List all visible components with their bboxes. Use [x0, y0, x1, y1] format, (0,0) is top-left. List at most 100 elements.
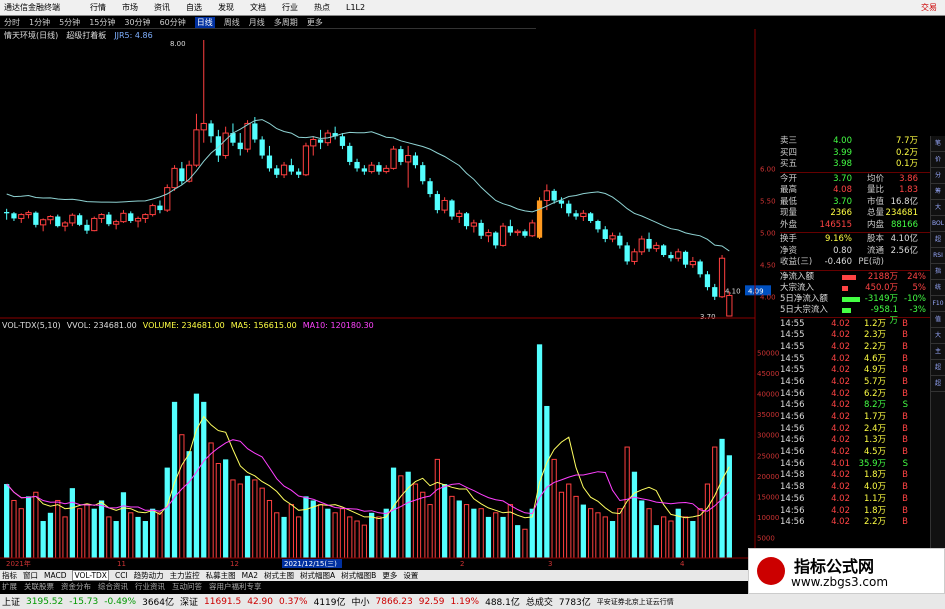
volume-bar [580, 504, 586, 558]
flow-value: 450.0万 [865, 282, 898, 293]
sidebar-button[interactable]: RSI [931, 248, 945, 264]
info-tab[interactable]: 扩展 [2, 581, 17, 592]
indicator-tab[interactable]: 指标 [2, 570, 17, 581]
tick-list[interactable]: 14:55 4.02 1.2万 B 14:55 4.02 2.3万 B 14:55 4.02 2.2… [780, 319, 930, 529]
info-tab[interactable]: 行业资讯 [135, 581, 165, 592]
menu-item-trade[interactable]: 交易 [921, 2, 937, 13]
menu-item-market[interactable]: 市场 [122, 2, 138, 13]
indicator-tab[interactable]: 窗口 [23, 570, 38, 581]
period-15min[interactable]: 15分钟 [89, 17, 115, 28]
sidebar-button[interactable]: 价 [931, 152, 945, 168]
indicator-tab[interactable]: 设置 [403, 570, 418, 581]
volume-bar [354, 520, 360, 559]
volume-chart[interactable] [4, 344, 732, 559]
volume-bar [551, 458, 557, 559]
indicator-value: JJR5: 4.86 [114, 31, 153, 40]
sidebar-button[interactable]: 指 [931, 264, 945, 280]
sidebar-button[interactable]: 大 [931, 328, 945, 344]
quote-label: 外盘 [780, 219, 798, 230]
vol-indicator-name[interactable]: VOL-TDX(5,10) [2, 321, 61, 332]
menu-item-docs[interactable]: 文档 [250, 2, 266, 13]
period-timeshare[interactable]: 分时 [4, 17, 20, 28]
period-1min[interactable]: 1分钟 [29, 17, 50, 28]
indicator-tab[interactable]: 树式幅图A [300, 570, 335, 581]
info-tab[interactable]: 关联股票 [24, 581, 54, 592]
sidebar-button[interactable]: 值 [931, 312, 945, 328]
volume-bar [128, 512, 134, 559]
candle-body [157, 205, 163, 211]
menu-item-watchlist[interactable]: 自选 [186, 2, 202, 13]
indicator-tab[interactable]: 树式主图 [264, 570, 294, 581]
volume-bar [208, 442, 214, 559]
menu-item-hot[interactable]: 热点 [314, 2, 330, 13]
volume-bar [303, 496, 309, 558]
indicator-tab[interactable]: MACD [44, 571, 66, 580]
tick-time: 14:56 [780, 493, 805, 504]
candle-body [682, 251, 689, 265]
sidebar-button[interactable]: 统 [931, 280, 945, 296]
info-tab[interactable]: 资金分布 [61, 581, 91, 592]
indicator-tab[interactable]: VOL-TDX [72, 570, 109, 581]
tick-volume: 2.2万 [863, 341, 886, 352]
volume-bar [449, 495, 455, 559]
period-monthly[interactable]: 月线 [249, 17, 265, 28]
sidebar-button[interactable]: F10 [931, 296, 945, 312]
sidebar-button[interactable]: 超 [931, 232, 945, 248]
indicator-tab[interactable]: 树式幅图B [341, 570, 376, 581]
volume-bar [171, 401, 178, 558]
volume-bar [485, 516, 492, 558]
volume-bar [106, 516, 112, 559]
tick-time: 14:56 [780, 435, 805, 446]
date-tick-label: 2021年 [6, 559, 31, 568]
volume-bar [18, 508, 24, 559]
indicator-tab[interactable]: MA2 [242, 571, 258, 580]
indicator-tab[interactable]: 趋势动力 [134, 570, 164, 581]
menu-item-industry[interactable]: 行业 [282, 2, 298, 13]
menu-item-l1l2[interactable]: L1L2 [346, 3, 365, 12]
candle-body [566, 203, 572, 214]
period-60min[interactable]: 60分钟 [160, 17, 186, 28]
indicator-tab[interactable]: 主力监控 [170, 570, 200, 581]
period-more[interactable]: 更多 [307, 17, 323, 28]
price-chart[interactable]: 8.003.704.10 4.09 [4, 40, 771, 321]
menu-item-news[interactable]: 资讯 [154, 2, 170, 13]
menu-item-discover[interactable]: 发现 [218, 2, 234, 13]
period-5min[interactable]: 5分钟 [59, 17, 80, 28]
period-multi[interactable]: 多周期 [274, 17, 298, 28]
volume-bar [361, 524, 367, 559]
sidebar-button[interactable]: 笔 [931, 136, 945, 152]
menu-item-quotes[interactable]: 行情 [90, 2, 106, 13]
volume-bar [500, 516, 506, 558]
candle-body [456, 212, 463, 218]
indicator-tab[interactable]: CCI [115, 571, 128, 580]
quote-value: 9.16% [824, 234, 852, 244]
quote-label: 今开 [780, 173, 798, 184]
candle-body [704, 274, 711, 288]
sidebar-button[interactable]: 主 [931, 344, 945, 360]
info-tab[interactable]: 互动问答 [172, 581, 202, 592]
indicator-tab[interactable]: 更多 [382, 570, 397, 581]
volume-bar [69, 488, 75, 558]
tick-volume: 35.9万 [858, 458, 886, 469]
info-tab[interactable]: 容用户福利专享 [209, 581, 262, 592]
sidebar-button[interactable]: 大 [931, 200, 945, 216]
info-tab[interactable]: 综合资讯 [98, 581, 128, 592]
period-weekly[interactable]: 周线 [224, 17, 240, 28]
candle-body [617, 235, 623, 246]
volume-bar [405, 471, 411, 558]
sidebar-button[interactable]: 超 [931, 376, 945, 392]
period-30min[interactable]: 30分钟 [124, 17, 150, 28]
candle-body [302, 145, 310, 176]
quote-value: 4.08 [833, 185, 852, 195]
volume-tick-label: 30000 [757, 432, 779, 440]
volume-bar [193, 393, 200, 558]
tick-price: 4.02 [831, 423, 850, 434]
sidebar-button[interactable]: 分 [931, 168, 945, 184]
sidebar-button[interactable]: 超 [931, 360, 945, 376]
candle-body [106, 214, 112, 225]
money-flow-row: 5日净流入额 -3149万 -10% [780, 294, 930, 305]
period-daily[interactable]: 日线 [194, 16, 215, 28]
sidebar-button[interactable]: BOL [931, 216, 945, 232]
sidebar-button[interactable]: 筹 [931, 184, 945, 200]
indicator-tab[interactable]: 私募主图 [206, 570, 236, 581]
